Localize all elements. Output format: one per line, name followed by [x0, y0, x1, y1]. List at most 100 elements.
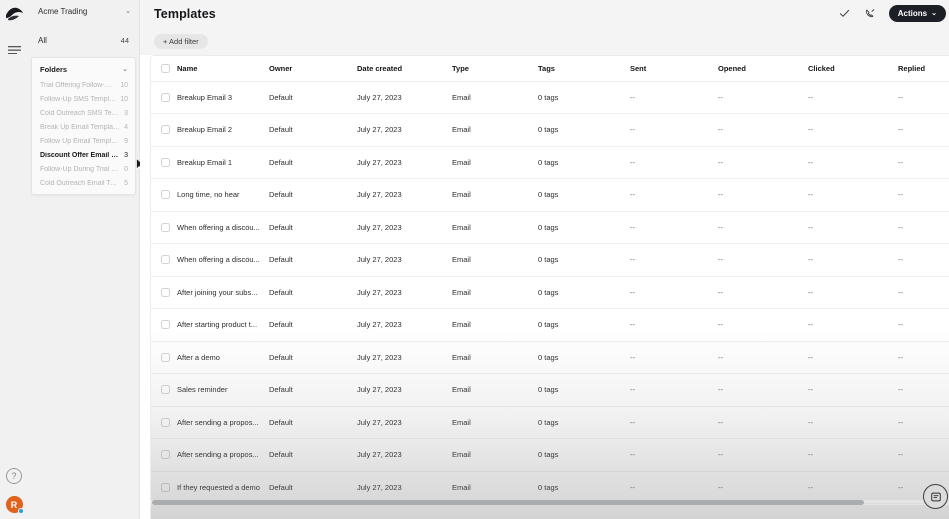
- table-row[interactable]: When offering a discou... Default July 27,…: [151, 211, 949, 244]
- cell-type: Email: [452, 276, 538, 309]
- sidebar-folder-count: 3: [124, 109, 128, 117]
- main-content: Templates Actions ⌄ + Add filter Name Ow…: [140, 0, 949, 519]
- sidebar-folder-item[interactable]: Follow Up Email Templates 9: [32, 134, 135, 148]
- row-checkbox[interactable]: [161, 92, 170, 102]
- cell-replied: --: [898, 276, 949, 309]
- chat-button[interactable]: [923, 484, 948, 509]
- chevron-down-icon: ⌄: [125, 8, 131, 15]
- table-row[interactable]: After joining your subs... Default July 27…: [151, 276, 949, 309]
- select-all-checkbox[interactable]: [161, 63, 170, 73]
- cell-name: When offering a discou...: [177, 243, 269, 277]
- cell-owner: Default: [269, 308, 357, 342]
- table-row[interactable]: After starting product t... Default July 2…: [151, 308, 949, 342]
- sidebar-folder-item[interactable]: Trial Offering Follow-Up S... 10: [32, 78, 135, 92]
- cell-tags: 0 tags: [538, 81, 630, 114]
- horizontal-scrollbar-thumb[interactable]: [152, 500, 864, 505]
- column-header-replied[interactable]: Replied: [898, 56, 949, 82]
- actions-button[interactable]: Actions ⌄: [888, 5, 946, 22]
- table-row[interactable]: Long time, no hear Default July 27, 2023 Em…: [151, 178, 949, 212]
- cell-sent: --: [630, 471, 718, 504]
- cell-opened: --: [718, 81, 808, 114]
- sidebar-folder-item[interactable]: Cold Outreach SMS Templ... 3: [32, 106, 135, 120]
- cell-owner: Default: [269, 81, 357, 114]
- column-header-tags[interactable]: Tags: [538, 56, 630, 82]
- sidebar-folder-item[interactable]: Cold Outreach Email Templ... 5: [32, 176, 135, 190]
- sidebar-folder-label: Follow-Up During Trial Em...: [40, 165, 121, 173]
- table-row[interactable]: After sending a propos... Default July 27,…: [151, 438, 949, 472]
- cell-clicked: --: [808, 438, 898, 472]
- row-select-cell: [151, 308, 177, 342]
- help-icon[interactable]: ?: [6, 468, 22, 484]
- sidebar-item-all-count: 44: [120, 35, 129, 45]
- table-row[interactable]: Sales reminder Default July 27, 2023 Email 0…: [151, 373, 949, 407]
- cell-owner: Default: [269, 341, 357, 374]
- table-row[interactable]: After a demo Default July 27, 2023 Email 0 t…: [151, 341, 949, 374]
- sidebar-folder-label: Trial Offering Follow-Up S...: [40, 81, 116, 89]
- column-header-owner[interactable]: Owner: [269, 56, 357, 82]
- cell-owner: Default: [269, 471, 357, 504]
- cell-type: Email: [452, 81, 538, 114]
- row-checkbox[interactable]: [161, 125, 170, 135]
- sidebar-folder-item[interactable]: Follow-Up During Trial Em... 0: [32, 162, 135, 176]
- templates-table: Name Owner Date created Type Tags Sent O…: [151, 56, 949, 504]
- row-checkbox[interactable]: [161, 417, 170, 427]
- row-select-cell: [151, 341, 177, 374]
- table-row[interactable]: When offering a discou... Default July 27,…: [151, 243, 949, 277]
- row-checkbox[interactable]: [161, 255, 170, 265]
- cell-owner: Default: [269, 146, 357, 179]
- table-row[interactable]: Breakup Email 3 Default July 27, 2023 Email…: [151, 81, 949, 114]
- row-checkbox[interactable]: [161, 287, 170, 297]
- cell-replied: --: [898, 211, 949, 244]
- cell-sent: --: [630, 178, 718, 212]
- sidebar-folder-item[interactable]: Follow-Up SMS Templates 10: [32, 92, 135, 106]
- folders-header-label: Folders: [40, 64, 68, 74]
- row-checkbox[interactable]: [161, 482, 170, 492]
- cell-replied: --: [898, 373, 949, 407]
- table-row[interactable]: If they requested a demo Default July 27, …: [151, 471, 949, 504]
- avatar[interactable]: R: [5, 496, 24, 514]
- table-head: Name Owner Date created Type Tags Sent O…: [151, 56, 949, 82]
- column-header-date-created[interactable]: Date created: [357, 56, 452, 82]
- cell-date-created: July 27, 2023: [357, 146, 452, 179]
- row-checkbox[interactable]: [161, 385, 170, 395]
- cell-opened: --: [718, 406, 808, 439]
- row-checkbox[interactable]: [161, 222, 170, 232]
- cell-type: Email: [452, 113, 538, 147]
- sidebar-folder-item[interactable]: Discount Offer Email Temp... 3: [32, 148, 135, 162]
- column-header-name[interactable]: Name: [177, 56, 269, 82]
- sidebar-item-all[interactable]: All 44: [28, 29, 139, 51]
- hamburger-menu-icon[interactable]: [4, 41, 24, 57]
- table-row[interactable]: Breakup Email 1 Default July 27, 2023 Email…: [151, 146, 949, 179]
- brand-logo-icon[interactable]: [3, 5, 25, 23]
- folders-header[interactable]: Folders ⌄: [32, 60, 135, 78]
- table-row[interactable]: Breakup Email 2 Default July 27, 2023 Email…: [151, 113, 949, 147]
- add-filter-button[interactable]: + Add filter: [154, 33, 208, 49]
- checkmark-icon[interactable]: [837, 6, 853, 22]
- row-checkbox[interactable]: [161, 352, 170, 362]
- row-checkbox[interactable]: [161, 157, 170, 167]
- sidebar-folder-item[interactable]: Break Up Email Templates 4: [32, 120, 135, 134]
- column-header-clicked[interactable]: Clicked: [808, 56, 898, 82]
- sidebar-folder-label: Discount Offer Email Temp...: [40, 151, 120, 159]
- sidebar-item-all-label: All: [38, 35, 47, 45]
- row-checkbox[interactable]: [161, 320, 170, 330]
- chat-message-icon: [930, 492, 941, 501]
- row-checkbox[interactable]: [161, 450, 170, 460]
- cell-owner: Default: [269, 243, 357, 277]
- column-header-opened[interactable]: Opened: [718, 56, 808, 82]
- column-header-sent[interactable]: Sent: [630, 56, 718, 82]
- row-checkbox[interactable]: [161, 190, 170, 200]
- cell-sent: --: [630, 211, 718, 244]
- cell-tags: 0 tags: [538, 373, 630, 407]
- row-select-cell: [151, 276, 177, 309]
- table-body: Breakup Email 3 Default July 27, 2023 Email…: [151, 81, 949, 504]
- cell-type: Email: [452, 341, 538, 374]
- phone-icon[interactable]: [863, 6, 879, 22]
- cell-clicked: --: [808, 308, 898, 342]
- table-row[interactable]: After sending a propos... Default July 27,…: [151, 406, 949, 439]
- column-header-type[interactable]: Type: [452, 56, 538, 82]
- status-dot-icon: [17, 508, 24, 514]
- cell-replied: --: [898, 113, 949, 147]
- org-switcher[interactable]: Acme Trading ⌄: [28, 0, 139, 23]
- cell-clicked: --: [808, 243, 898, 277]
